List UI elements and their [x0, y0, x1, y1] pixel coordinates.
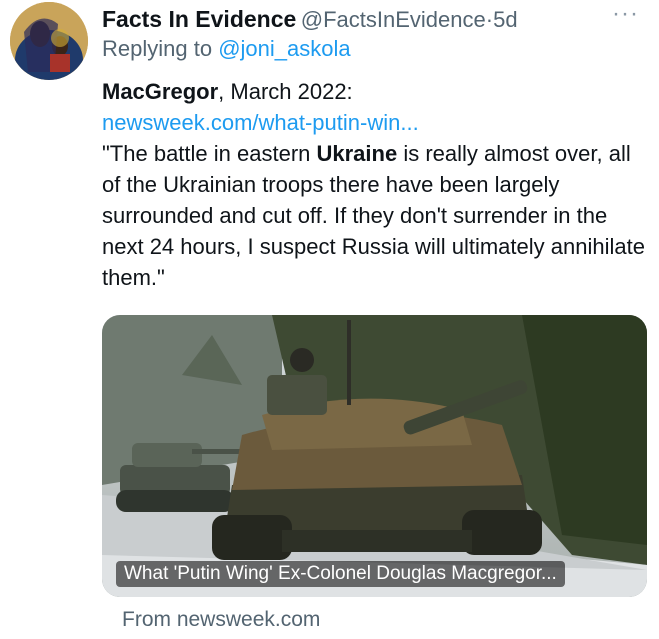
link-card[interactable]: What 'Putin Wing' Ex-Colonel Douglas Mac… [102, 315, 647, 597]
replying-to-label: Replying to [102, 36, 219, 61]
tweet-timestamp[interactable]: 5d [493, 7, 517, 32]
tweet-header: Facts In Evidence @FactsInEvidence·5d ··… [102, 0, 639, 38]
tweet-lead-rest: , March 2022: [218, 79, 353, 104]
tweet-quote: "The battle in eastern Ukraine is really… [102, 138, 647, 293]
quote-part-1: "The battle in eastern [102, 141, 317, 166]
time-separator: · [485, 7, 494, 32]
quote-bold: Ukraine [316, 141, 398, 166]
replying-to-handle[interactable]: @joni_askola [218, 36, 350, 61]
replying-to: Replying to @joni_askola [102, 36, 351, 62]
author-handle[interactable]: @FactsInEvidence [301, 7, 486, 32]
tweet-body: MacGregor, March 2022: newsweek.com/what… [102, 76, 647, 293]
avatar[interactable] [10, 2, 88, 80]
card-title[interactable]: What 'Putin Wing' Ex-Colonel Douglas Mac… [116, 561, 565, 587]
tank-photo-icon [102, 315, 647, 597]
author-name[interactable]: Facts In Evidence [102, 6, 296, 32]
religious-icon-avatar-icon [10, 2, 88, 80]
tweet-link[interactable]: newsweek.com/what-putin-win... [102, 107, 647, 138]
card-source[interactable]: From newsweek.com [122, 608, 320, 632]
tweet-lead-line: MacGregor, March 2022: [102, 76, 647, 107]
more-options-icon[interactable]: ··· [612, 0, 639, 28]
tweet-lead-bold: MacGregor [102, 79, 219, 104]
